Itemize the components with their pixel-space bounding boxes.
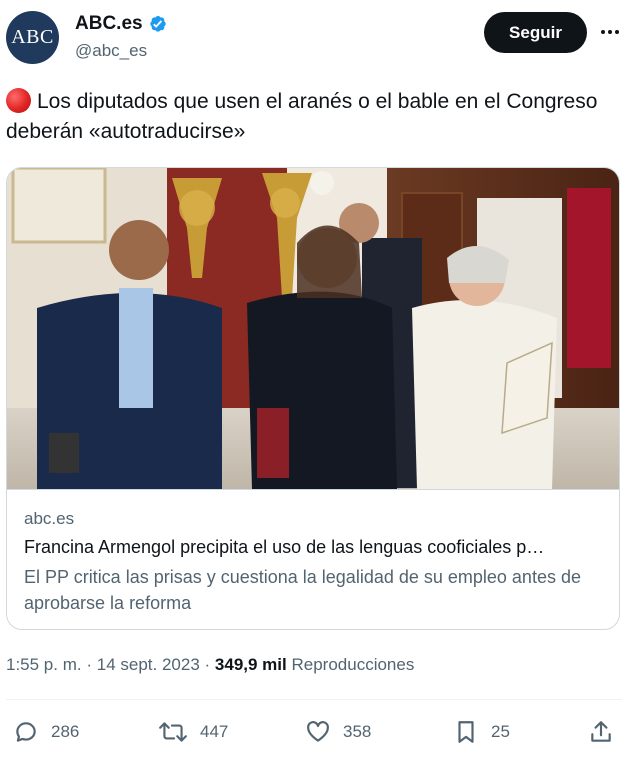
card-description[interactable]: El PP critica las prisas y cuestiona la … bbox=[24, 564, 604, 616]
verified-badge-icon bbox=[149, 16, 166, 32]
views-label: Reproducciones bbox=[291, 655, 415, 674]
avatar-text: ABC bbox=[11, 26, 54, 48]
author-info: ABC.es @abc_es bbox=[75, 13, 169, 61]
retweet-count: 447 bbox=[200, 722, 229, 741]
meta-separator: · bbox=[204, 655, 211, 674]
handle[interactable]: @abc_es bbox=[75, 41, 169, 61]
card-image[interactable] bbox=[7, 168, 620, 489]
meta-separator: · bbox=[86, 655, 93, 674]
card-domain[interactable]: abc.es bbox=[24, 509, 74, 529]
more-options-button[interactable] bbox=[598, 20, 622, 44]
follow-button[interactable]: Seguir bbox=[484, 12, 587, 53]
views-count[interactable]: 349,9 mil bbox=[215, 655, 287, 674]
reply-count: 286 bbox=[51, 722, 80, 741]
display-name[interactable]: ABC.es bbox=[75, 13, 143, 35]
share-icon bbox=[591, 721, 611, 742]
more-icon bbox=[601, 30, 619, 34]
like-count: 358 bbox=[343, 722, 372, 741]
retweet-button[interactable]: 447 bbox=[158, 712, 228, 752]
reply-icon bbox=[16, 722, 36, 742]
card-divider bbox=[7, 489, 619, 490]
bookmark-count: 25 bbox=[491, 722, 510, 741]
tweet-text: Los diputados que usen el aranés o el ba… bbox=[6, 87, 606, 147]
tweet-time[interactable]: 1:55 p. m. bbox=[6, 655, 82, 674]
divider bbox=[6, 699, 622, 700]
link-card[interactable]: abc.es Francina Armengol precipita el us… bbox=[6, 167, 620, 630]
display-name-row: ABC.es bbox=[75, 13, 169, 35]
like-button[interactable]: 358 bbox=[305, 712, 371, 752]
action-bar: 286 447 358 25 bbox=[0, 712, 628, 752]
tweet-meta: 1:55 p. m. · 14 sept. 2023 · 349,9 mil R… bbox=[6, 655, 414, 675]
retweet-icon bbox=[159, 722, 187, 742]
bookmark-button[interactable]: 25 bbox=[453, 712, 510, 752]
red-circle-icon bbox=[6, 88, 31, 113]
heart-icon bbox=[307, 721, 329, 742]
tweet-body: Los diputados que usen el aranés o el ba… bbox=[6, 90, 598, 143]
tweet-date[interactable]: 14 sept. 2023 bbox=[97, 655, 200, 674]
bookmark-icon bbox=[458, 721, 474, 743]
avatar[interactable]: ABC bbox=[6, 11, 59, 64]
card-title[interactable]: Francina Armengol precipita el uso de la… bbox=[24, 537, 604, 558]
reply-button[interactable]: 286 bbox=[13, 712, 79, 752]
share-button[interactable] bbox=[588, 712, 614, 752]
tweet: ABC ABC.es @abc_es Seguir Los diputados … bbox=[0, 0, 628, 774]
